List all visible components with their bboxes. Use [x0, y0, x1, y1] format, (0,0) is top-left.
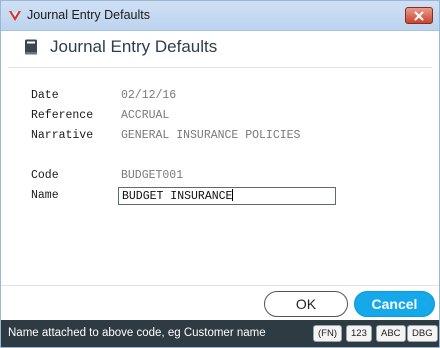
name-label: Name: [31, 189, 59, 202]
date-label: Date: [31, 89, 59, 102]
page-title: Journal Entry Defaults: [50, 37, 218, 56]
status-hint-text: Name attached to above code, eg Customer…: [8, 327, 266, 339]
name-input[interactable]: BUDGET INSURANCE: [118, 187, 336, 205]
key-123[interactable]: 123: [346, 325, 372, 342]
dialog-window: Journal Entry Defaults Journal Entry Def…: [0, 0, 440, 348]
button-bar: OK Cancel: [1, 285, 439, 319]
reference-value: ACCRUAL: [121, 109, 170, 122]
book-icon: [25, 39, 37, 55]
code-value: BUDGET001: [121, 169, 184, 182]
dialog-header: Journal Entry Defaults: [1, 31, 439, 63]
key-fn[interactable]: (FN): [313, 325, 342, 342]
name-input-text: BUDGET INSURANCE: [122, 190, 233, 203]
key-dbg[interactable]: DBG: [407, 325, 438, 342]
status-bar: Name attached to above code, eg Customer…: [1, 320, 439, 347]
close-button[interactable]: [405, 7, 433, 24]
close-icon: [414, 11, 424, 20]
cancel-button[interactable]: Cancel: [354, 291, 435, 317]
reference-label: Reference: [31, 109, 94, 122]
date-value: 02/12/16: [121, 89, 177, 102]
form-panel: Date 02/12/16 Reference ACCRUAL Narrativ…: [8, 67, 432, 285]
title-bar[interactable]: Journal Entry Defaults: [1, 1, 439, 31]
app-logo-icon: [9, 10, 21, 21]
code-label: Code: [31, 169, 59, 182]
narrative-value: GENERAL INSURANCE POLICIES: [121, 129, 301, 142]
text-caret: [232, 189, 234, 201]
ok-button[interactable]: OK: [264, 291, 348, 317]
key-abc[interactable]: ABC: [376, 325, 406, 342]
narrative-label: Narrative: [31, 129, 94, 142]
window-title: Journal Entry Defaults: [27, 8, 150, 22]
